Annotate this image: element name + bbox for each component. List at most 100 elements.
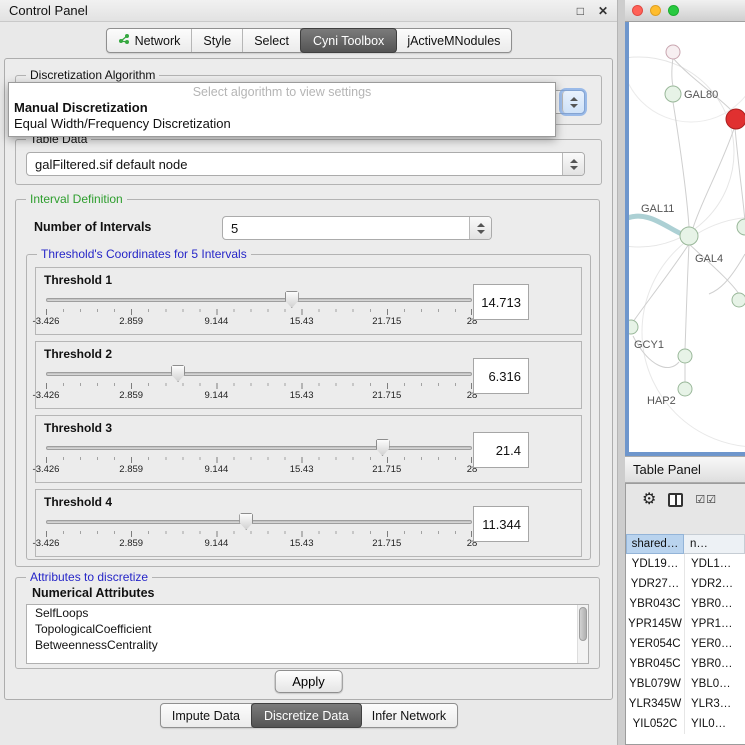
number-of-intervals-combobox[interactable]: 5: [222, 216, 492, 240]
table-row[interactable]: YPR145WYPR1…: [626, 614, 745, 634]
table-row[interactable]: YIL052CYIL0…: [626, 714, 745, 734]
network-node[interactable]: [678, 349, 692, 363]
gear-icon[interactable]: ⚙: [642, 492, 656, 508]
tab-jactivemnodules[interactable]: jActiveMNodules: [396, 29, 511, 52]
top-tabs-row: Network Style Select Cyni Toolbox jActiv…: [0, 28, 618, 53]
tick-label: 15.43: [290, 464, 314, 475]
network-node[interactable]: [737, 219, 745, 235]
tab-cyni-toolbox[interactable]: Cyni Toolbox: [300, 28, 397, 53]
cell[interactable]: YDL1…: [684, 554, 745, 574]
list-item[interactable]: SelfLoops: [27, 605, 588, 621]
slider-thumb[interactable]: [285, 291, 299, 308]
scrollbar-thumb[interactable]: [579, 607, 587, 641]
attributes-list[interactable]: SelfLoops TopologicalCoefficient Between…: [26, 604, 589, 664]
minimize-traffic-light-icon[interactable]: [650, 5, 661, 16]
chevron-down-icon: [570, 104, 578, 108]
threshold-slider[interactable]: -3.426 2.859 9.144 15.43 21.715 28: [46, 512, 472, 552]
threshold-value-field[interactable]: 21.4: [473, 432, 529, 468]
numerical-attributes-label: Numerical Attributes: [32, 586, 154, 600]
tick-label: 9.144: [205, 538, 229, 549]
table-panel-window: ⚙ ☑☑ shared… n… YDL19…YDL1… YDR27…YDR2… …: [625, 483, 745, 745]
table-row[interactable]: YER054CYER0…: [626, 634, 745, 654]
columns-icon[interactable]: [668, 493, 683, 507]
highlighted-edge[interactable]: [629, 216, 687, 236]
tab-infer-network[interactable]: Infer Network: [361, 704, 457, 727]
cell[interactable]: YBL079W: [626, 674, 684, 694]
network-node[interactable]: [678, 382, 692, 396]
threshold-value-field[interactable]: 6.316: [473, 358, 529, 394]
cell[interactable]: YBL0…: [684, 674, 745, 694]
slider-track[interactable]: [46, 298, 472, 302]
cell[interactable]: YDR27…: [626, 574, 684, 594]
cell[interactable]: YER054C: [626, 634, 684, 654]
group-title: Interval Definition: [26, 192, 127, 206]
close-traffic-light-icon[interactable]: [632, 5, 643, 16]
scrollbar[interactable]: [577, 605, 588, 663]
cell[interactable]: YIL0…: [684, 714, 745, 734]
network-node[interactable]: [666, 45, 680, 59]
tab-style[interactable]: Style: [192, 29, 243, 52]
threshold-value-field[interactable]: 11.344: [473, 506, 529, 542]
table-row[interactable]: YBR043CYBR0…: [626, 594, 745, 614]
cell[interactable]: YLR3…: [684, 694, 745, 714]
table-row[interactable]: YDR27…YDR2…: [626, 574, 745, 594]
column-header-name[interactable]: n…: [684, 534, 745, 554]
zoom-traffic-light-icon[interactable]: [668, 5, 679, 16]
table-data-combobox[interactable]: galFiltered.sif default node: [26, 152, 585, 176]
slider-track[interactable]: [46, 520, 472, 524]
network-window-titlebar[interactable]: [625, 0, 745, 22]
combobox-stepper[interactable]: [562, 153, 584, 175]
tick-label: 15.43: [290, 316, 314, 327]
attributes-group: Attributes to discretize Numerical Attri…: [15, 577, 600, 669]
tab-network[interactable]: Network: [107, 29, 193, 52]
slider-track[interactable]: [46, 446, 472, 450]
tab-impute-data[interactable]: Impute Data: [161, 704, 252, 727]
slider-thumb[interactable]: [171, 365, 185, 382]
tab-discretize-data[interactable]: Discretize Data: [251, 703, 362, 728]
cell[interactable]: YIL052C: [626, 714, 684, 734]
popup-option-manual-discretization[interactable]: Manual Discretization: [9, 100, 555, 116]
select-columns-icons[interactable]: ☑☑: [695, 493, 717, 506]
cell[interactable]: YBR045C: [626, 654, 684, 674]
cell[interactable]: YBR043C: [626, 594, 684, 614]
combobox-stepper[interactable]: [469, 217, 491, 239]
table-panel-header[interactable]: Table Panel: [625, 456, 745, 483]
slider-thumb[interactable]: [376, 439, 390, 456]
cell[interactable]: YPR1…: [684, 614, 745, 634]
column-header-shared-name[interactable]: shared…: [626, 534, 684, 554]
combobox-value: galFiltered.sif default node: [27, 157, 562, 172]
threshold-slider[interactable]: -3.426 2.859 9.144 15.43 21.715 28: [46, 438, 472, 478]
table-body[interactable]: YDL19…YDL1… YDR27…YDR2… YBR043CYBR0… YPR…: [626, 554, 745, 744]
cell[interactable]: YDR2…: [684, 574, 745, 594]
network-node[interactable]: [732, 293, 745, 307]
threshold-slider[interactable]: -3.426 2.859 9.144 15.43 21.715 28: [46, 290, 472, 330]
cell[interactable]: YBR0…: [684, 594, 745, 614]
network-node[interactable]: [680, 227, 698, 245]
popup-option-equal-width[interactable]: Equal Width/Frequency Discretization: [9, 116, 555, 132]
selected-network-node[interactable]: [726, 109, 745, 129]
close-icon[interactable]: ✕: [598, 5, 608, 17]
threshold-value-field[interactable]: 14.713: [473, 284, 529, 320]
tab-select[interactable]: Select: [243, 29, 301, 52]
float-window-icon[interactable]: □: [577, 5, 584, 17]
network-canvas[interactable]: GAL80 GAL11 GAL4 GCY1 HAP2: [625, 22, 745, 456]
table-row[interactable]: YLR345WYLR3…: [626, 694, 745, 714]
slider-thumb[interactable]: [239, 513, 253, 530]
cell[interactable]: YBR0…: [684, 654, 745, 674]
cell[interactable]: YLR345W: [626, 694, 684, 714]
network-node[interactable]: [629, 320, 638, 334]
cell[interactable]: YDL19…: [626, 554, 684, 574]
list-item[interactable]: BetweennessCentrality: [27, 637, 588, 653]
list-item[interactable]: TopologicalCoefficient: [27, 621, 588, 637]
tick-label: 9.144: [205, 464, 229, 475]
network-node[interactable]: [665, 86, 681, 102]
combobox-stepper[interactable]: [562, 91, 584, 113]
table-row[interactable]: YDL19…YDL1…: [626, 554, 745, 574]
threshold-slider[interactable]: -3.426 2.859 9.144 15.43 21.715 28: [46, 364, 472, 404]
slider-track[interactable]: [46, 372, 472, 376]
table-row[interactable]: YBL079WYBL0…: [626, 674, 745, 694]
apply-button[interactable]: Apply: [274, 670, 343, 693]
cell[interactable]: YPR145W: [626, 614, 684, 634]
table-row[interactable]: YBR045CYBR0…: [626, 654, 745, 674]
cell[interactable]: YER0…: [684, 634, 745, 654]
